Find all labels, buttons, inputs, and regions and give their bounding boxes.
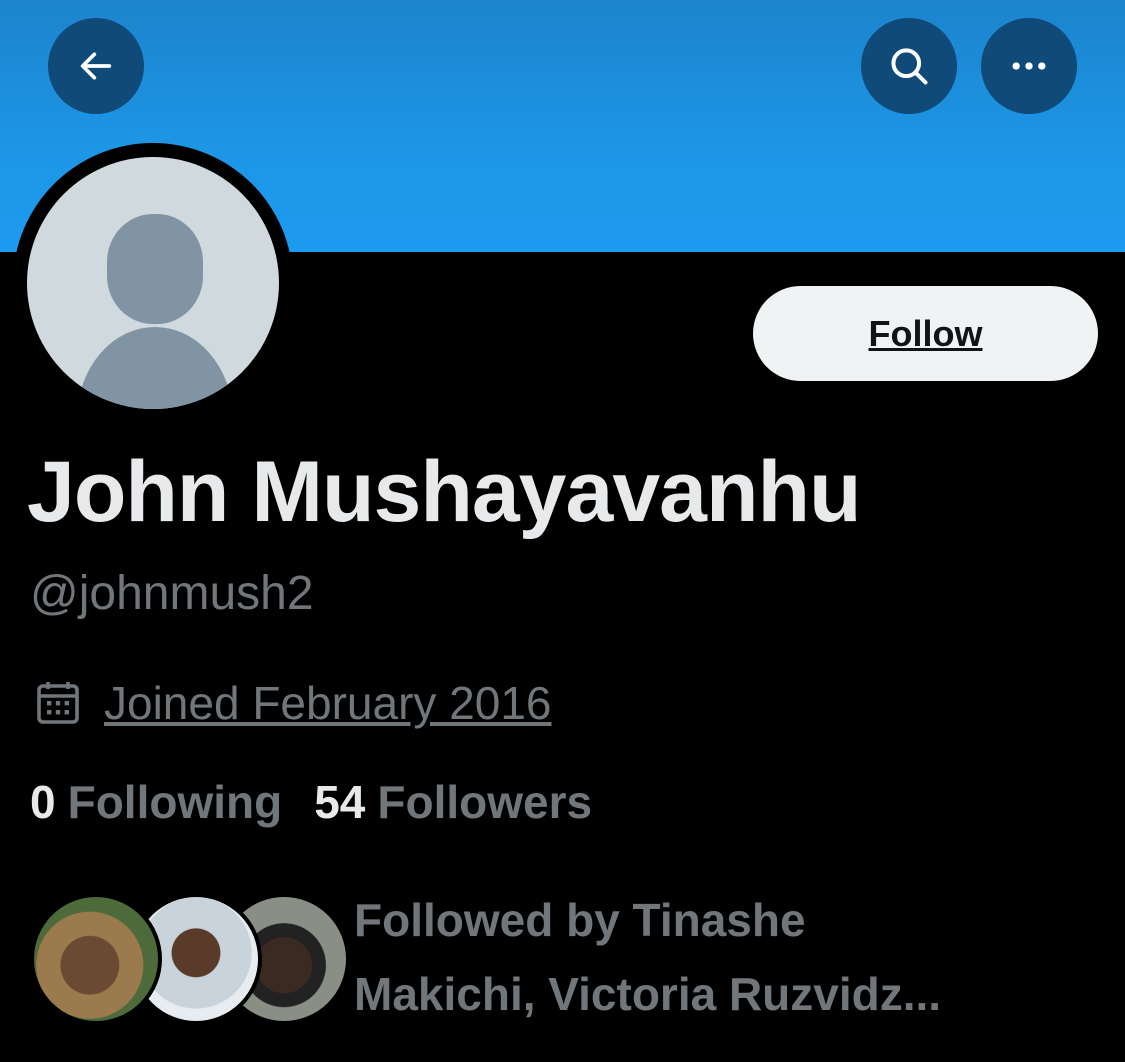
calendar-icon: [37, 682, 79, 724]
following-label: Following: [67, 776, 283, 828]
more-horizontal-icon: [1012, 62, 1046, 70]
follower-avatar: [30, 893, 162, 1025]
default-avatar-icon: [27, 157, 279, 409]
user-handle: @johnmush2: [30, 567, 314, 620]
follow-stats: 0 Following 54 Followers: [30, 775, 592, 829]
following-count: 0: [30, 776, 56, 828]
following-link[interactable]: 0 Following: [30, 775, 282, 829]
search-button[interactable]: [861, 18, 957, 114]
followed-by-avatars[interactable]: [30, 893, 350, 1025]
followed-by-line-2: Makichi, Victoria Ruzvidz...: [354, 968, 942, 1020]
follow-button[interactable]: Follow: [753, 286, 1098, 381]
search-icon: [891, 48, 928, 85]
joined-date-row: Joined February 2016: [34, 673, 552, 733]
profile-avatar[interactable]: [13, 143, 293, 423]
followers-link[interactable]: 54 Followers: [314, 775, 592, 829]
back-button[interactable]: [48, 18, 144, 114]
arrow-left-icon: [80, 52, 112, 80]
more-button[interactable]: [981, 18, 1077, 114]
display-name: John Mushayavanhu: [27, 444, 862, 540]
followed-by-text[interactable]: Followed by Tinashe Makichi, Victoria Ru…: [354, 883, 1074, 1031]
followers-count: 54: [314, 776, 366, 828]
joined-date[interactable]: Joined February 2016: [104, 676, 552, 730]
followed-by-line-1: Followed by Tinashe: [354, 894, 806, 946]
follow-button-label: Follow: [868, 312, 983, 354]
followers-label: Followers: [377, 776, 593, 828]
